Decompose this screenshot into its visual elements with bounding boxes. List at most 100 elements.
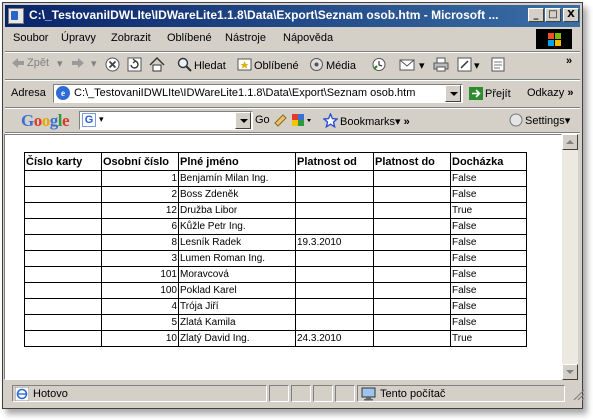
table-cell: Trója Jiří <box>178 298 296 315</box>
table-row: 2 Boss Zdeněk False <box>24 186 527 203</box>
ie-page-icon <box>14 386 30 404</box>
resize-grip-icon[interactable] <box>573 389 585 404</box>
table-cell: False <box>450 314 527 331</box>
google-go-button[interactable]: Go <box>255 114 270 126</box>
address-bar: Adresa e C:\_TestovaniIDWLIte\IDWareLite… <box>5 83 580 105</box>
edit-page-icon <box>457 57 472 75</box>
table-cell <box>373 218 451 235</box>
table-cell: 100 <box>101 282 179 299</box>
table-row: 101 Moravcová False <box>24 266 527 283</box>
favorites-button[interactable]: Oblíbené <box>237 57 299 75</box>
refresh-button[interactable] <box>127 57 144 75</box>
table-row: 8 Lesník Radek 19.3.2010 False <box>24 234 527 251</box>
bookmarks-label: Bookmarks <box>340 116 396 128</box>
minimize-button[interactable]: _ <box>528 8 544 22</box>
table-cell <box>295 282 374 299</box>
column-header: Platnost do <box>373 152 451 171</box>
column-header: Docházka <box>450 152 527 171</box>
address-dropdown-button[interactable] <box>445 85 461 102</box>
media-button[interactable]: Média <box>309 57 356 75</box>
table-cell <box>373 298 451 315</box>
vertical-scrollbar[interactable] <box>562 134 578 380</box>
google-search-dropdown-button[interactable] <box>235 112 251 129</box>
mail-icon <box>399 57 417 75</box>
menu-upravy[interactable]: Úpravy <box>61 32 96 44</box>
document-icon <box>491 57 505 75</box>
table-cell: Benjamín Milan Ing. <box>178 170 296 187</box>
column-header: Platnost od <box>295 152 374 171</box>
table-cell: Boss Zdeněk <box>178 186 296 203</box>
back-button[interactable]: Zpět <box>11 57 49 72</box>
settings-button[interactable]: Settings▾ <box>509 113 570 130</box>
print-button[interactable] <box>433 57 451 75</box>
bookmarks-button[interactable]: Bookmarks▾ » <box>322 112 410 131</box>
google-search-input[interactable]: G ▾ <box>79 111 253 130</box>
edit-button[interactable]: ▾ <box>457 57 480 75</box>
google-button-icon-2[interactable] <box>291 113 313 130</box>
close-button[interactable]: X <box>563 8 579 22</box>
address-field[interactable]: e C:\_TestovaniIDWLIte\IDWareLite1.1.8\D… <box>53 84 463 103</box>
back-dropdown[interactable]: ▾ <box>57 57 63 70</box>
history-button[interactable] <box>371 57 389 75</box>
menu-napoveda[interactable]: Nápověda <box>283 32 333 44</box>
star-icon <box>322 112 339 131</box>
table-cell: 3 <box>101 250 179 267</box>
toolbar-overflow-chevron[interactable]: » <box>566 55 572 67</box>
table-cell <box>295 170 374 187</box>
table-cell: 24.3.2010 <box>295 330 374 347</box>
table-cell: Zlatá Kamila <box>178 314 296 331</box>
google-button-icon-1[interactable] <box>273 113 287 130</box>
table-cell <box>373 186 451 203</box>
maximize-button[interactable]: □ <box>545 8 561 22</box>
status-text: Hotovo <box>33 388 68 400</box>
table-cell <box>24 282 102 299</box>
table-cell <box>24 330 102 347</box>
favorites-label: Oblíbené <box>254 60 299 72</box>
page-content: Číslo karty Osobní číslo Plné jméno Plat… <box>4 134 562 380</box>
forward-dropdown[interactable]: ▾ <box>91 57 97 70</box>
title-bar: C:\_TestovaniIDWLIte\IDWareLite1.1.8\Dat… <box>5 5 580 27</box>
windows-logo-icon <box>536 29 572 49</box>
scroll-down-button[interactable] <box>562 364 578 380</box>
status-panel <box>313 385 333 402</box>
google-logo[interactable]: Google <box>21 111 70 131</box>
table-cell: False <box>450 218 527 235</box>
table-cell: False <box>450 170 527 187</box>
stop-button[interactable] <box>105 57 122 75</box>
back-arrow-icon <box>11 57 25 72</box>
table-cell <box>24 266 102 283</box>
table-cell <box>373 266 451 283</box>
table-cell: False <box>450 186 527 203</box>
favorites-icon <box>237 57 252 75</box>
go-button[interactable]: Přejít <box>469 87 511 103</box>
table-cell <box>373 314 451 331</box>
discuss-button[interactable] <box>491 57 507 75</box>
status-panel <box>269 385 289 402</box>
back-label: Zpět <box>27 57 50 69</box>
home-icon <box>149 57 165 75</box>
google-search-dropdown-arrow[interactable]: ▾ <box>99 115 104 125</box>
column-header: Plné jméno <box>178 152 296 171</box>
table-cell: 2 <box>101 186 179 203</box>
menu-oblibene[interactable]: Oblíbené <box>167 32 212 44</box>
address-value: C:\_TestovaniIDWLIte\IDWareLite1.1.8\Dat… <box>74 87 416 99</box>
document-icon <box>8 8 24 24</box>
forward-button[interactable] <box>71 57 87 72</box>
home-button[interactable] <box>149 57 167 75</box>
mail-button[interactable]: ▾ <box>399 57 425 75</box>
column-header: Číslo karty <box>24 152 102 171</box>
menu-soubor[interactable]: Soubor <box>13 32 48 44</box>
search-button[interactable]: Hledat <box>177 57 226 75</box>
scroll-up-button[interactable] <box>562 134 578 150</box>
window-title: C:\_TestovaniIDWLIte\IDWareLite1.1.8\Dat… <box>29 8 499 22</box>
status-panel: Hotovo <box>12 385 267 402</box>
table-cell <box>295 250 374 267</box>
menu-zobrazit[interactable]: Zobrazit <box>111 32 151 44</box>
zone-text: Tento počítač <box>380 388 446 400</box>
table-cell <box>295 266 374 283</box>
table-cell <box>295 202 374 219</box>
menu-nastroje[interactable]: Nástroje <box>225 32 266 44</box>
go-arrow-icon <box>469 87 483 103</box>
links-button[interactable]: Odkazy » <box>527 87 573 99</box>
table-cell: True <box>450 330 527 347</box>
